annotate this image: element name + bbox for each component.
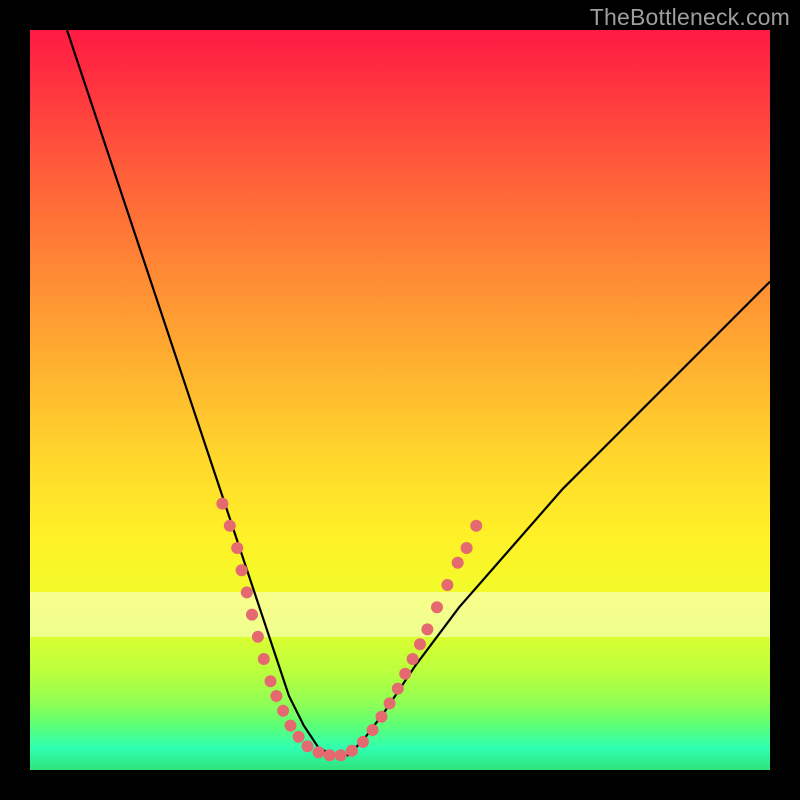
curve-marker bbox=[421, 623, 433, 635]
curve-marker bbox=[407, 653, 419, 665]
curve-marker bbox=[470, 520, 482, 532]
curve-marker bbox=[452, 557, 464, 569]
curve-marker bbox=[414, 638, 426, 650]
curve-marker bbox=[461, 542, 473, 554]
curve-marker bbox=[224, 520, 236, 532]
curve-marker bbox=[252, 631, 264, 643]
plot-area bbox=[30, 30, 770, 770]
curve-marker bbox=[265, 675, 277, 687]
curve-marker bbox=[392, 683, 404, 695]
curve-marker bbox=[258, 653, 270, 665]
outer-frame: TheBottleneck.com bbox=[0, 0, 800, 800]
curve-marker bbox=[216, 498, 228, 510]
curve-marker bbox=[313, 746, 325, 758]
curve-marker bbox=[324, 749, 336, 761]
curve-marker bbox=[285, 720, 297, 732]
curve-marker bbox=[277, 705, 289, 717]
curve-marker bbox=[357, 736, 369, 748]
bottleneck-curve bbox=[30, 30, 770, 770]
curve-marker bbox=[302, 740, 314, 752]
curve-marker bbox=[236, 564, 248, 576]
curve-marker bbox=[293, 731, 305, 743]
curve-marker bbox=[399, 668, 411, 680]
watermark-text: TheBottleneck.com bbox=[590, 4, 790, 31]
curve-marker bbox=[246, 609, 258, 621]
curve-marker bbox=[367, 724, 379, 736]
curve-marker bbox=[431, 601, 443, 613]
curve-marker bbox=[384, 697, 396, 709]
curve-marker bbox=[231, 542, 243, 554]
curve-marker bbox=[346, 745, 358, 757]
curve-marker bbox=[441, 579, 453, 591]
curve-marker bbox=[270, 690, 282, 702]
curve-marker bbox=[335, 749, 347, 761]
curve-marker bbox=[241, 586, 253, 598]
curve-marker bbox=[376, 711, 388, 723]
